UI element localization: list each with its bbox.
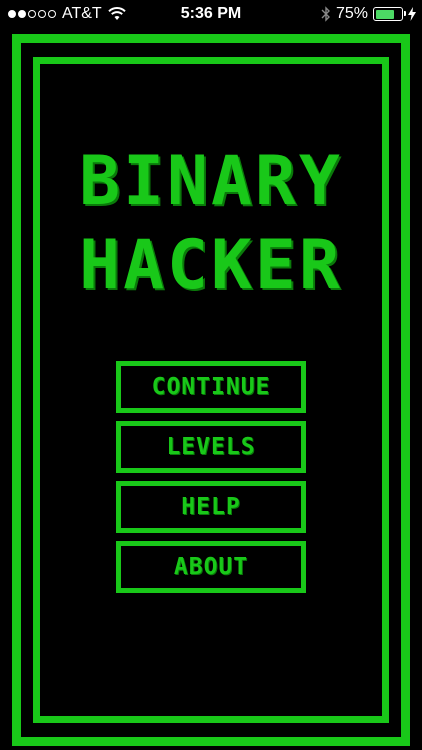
battery-percentage: 75% [335,5,368,22]
bluetooth-icon [321,6,330,22]
continue-button[interactable]: CONTINUE [116,361,306,413]
app-screen: AT&T 5:36 PM 75% BINARY HACKER CONTINUE … [0,0,422,750]
battery-icon [373,7,406,21]
levels-button[interactable]: LEVELS [116,421,306,473]
battery-level-fill [375,9,395,19]
about-button[interactable]: ABOUT [116,541,306,593]
charging-bolt-icon [408,7,416,21]
game-title-line-2: HACKER [79,226,343,305]
status-right: 75% [321,5,416,23]
help-button[interactable]: HELP [116,481,306,533]
status-bar: AT&T 5:36 PM 75% [0,0,422,30]
game-title-line-1: BINARY [79,142,343,221]
